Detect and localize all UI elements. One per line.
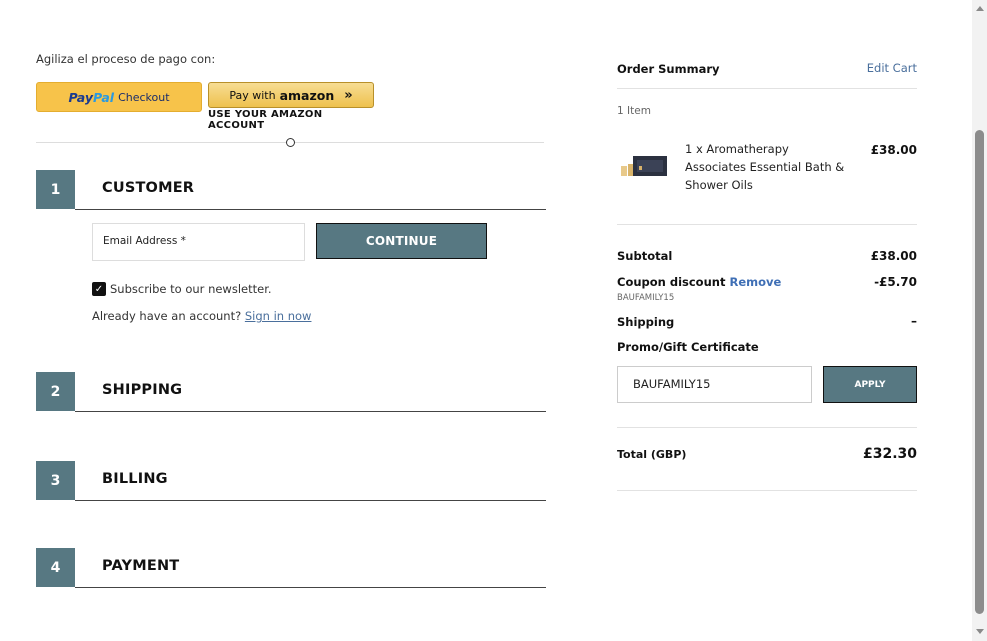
step-customer[interactable]: 1 CUSTOMER bbox=[36, 170, 546, 210]
summary-divider bbox=[617, 490, 917, 491]
email-field[interactable]: Email Address * bbox=[92, 223, 305, 261]
step-number: 2 bbox=[36, 372, 75, 411]
scroll-up-arrow-icon[interactable] bbox=[976, 6, 984, 11]
total-value: £32.30 bbox=[862, 446, 917, 462]
edit-cart-link[interactable]: Edit Cart bbox=[867, 61, 917, 75]
coupon-remove-link[interactable]: Remove bbox=[729, 275, 781, 289]
step-title: BILLING bbox=[102, 471, 168, 487]
account-prompt-text: Already have an account? bbox=[92, 309, 242, 323]
scrollbar-thumb[interactable] bbox=[975, 130, 984, 614]
paypal-checkout-button[interactable]: Pay Pal Checkout bbox=[36, 82, 202, 112]
product-price: £38.00 bbox=[870, 143, 917, 157]
apply-button[interactable]: APPLY bbox=[823, 366, 917, 403]
step-divider bbox=[75, 500, 546, 501]
shipping-value: – bbox=[911, 314, 917, 328]
sign-in-prompt: Already have an account? Sign in now bbox=[92, 309, 311, 323]
step-title: PAYMENT bbox=[102, 558, 180, 574]
step-number: 1 bbox=[36, 170, 75, 209]
paypal-checkout-label: Checkout bbox=[118, 90, 170, 104]
newsletter-label: Subscribe to our newsletter. bbox=[110, 282, 272, 296]
subtotal-value: £38.00 bbox=[870, 249, 917, 263]
sign-in-link[interactable]: Sign in now bbox=[245, 309, 312, 323]
double-chevron-right-icon: » bbox=[344, 87, 353, 103]
step-divider bbox=[75, 209, 546, 210]
coupon-code: BAUFAMILY15 bbox=[617, 293, 675, 303]
amazon-logo: amazon bbox=[279, 87, 335, 103]
total-label: Total (GBP) bbox=[617, 448, 687, 461]
step-divider bbox=[75, 587, 546, 588]
newsletter-option[interactable]: ✓ Subscribe to our newsletter. bbox=[92, 282, 272, 296]
step-number: 3 bbox=[36, 461, 75, 500]
step-payment[interactable]: 4 PAYMENT bbox=[36, 548, 546, 588]
promo-code-input[interactable]: BAUFAMILY15 bbox=[617, 366, 812, 403]
newsletter-checkbox[interactable]: ✓ bbox=[92, 282, 106, 296]
amazon-pay-prefix: Pay with bbox=[229, 88, 276, 102]
coupon-row: Coupon discount Remove bbox=[617, 275, 781, 289]
promo-label: Promo/Gift Certificate bbox=[617, 340, 759, 354]
coupon-label: Coupon discount bbox=[617, 275, 726, 289]
order-summary-title: Order Summary bbox=[617, 62, 720, 76]
email-field-label: Email Address * bbox=[103, 235, 186, 247]
scroll-down-arrow-icon[interactable] bbox=[976, 629, 984, 634]
item-count: 1 Item bbox=[617, 105, 651, 117]
summary-divider bbox=[617, 88, 917, 89]
step-title: SHIPPING bbox=[102, 382, 183, 398]
amazon-pay-subtitle: USE YOUR AMAZON ACCOUNT bbox=[208, 109, 323, 131]
paypal-logo-pay: Pay bbox=[68, 89, 93, 105]
shipping-label: Shipping bbox=[617, 315, 675, 329]
summary-divider bbox=[617, 427, 917, 428]
coupon-value: -£5.70 bbox=[874, 275, 917, 289]
step-shipping[interactable]: 2 SHIPPING bbox=[36, 372, 546, 412]
amazon-pay-button[interactable]: Pay with amazon » bbox=[208, 82, 374, 108]
step-number: 4 bbox=[36, 548, 75, 587]
step-title: CUSTOMER bbox=[102, 180, 195, 196]
product-thumbnail bbox=[621, 156, 667, 176]
amazon-pay-widget: Pay with amazon » USE YOUR AMAZON ACCOUN… bbox=[208, 82, 374, 131]
summary-divider bbox=[617, 224, 917, 225]
express-checkout-label: Agiliza el proceso de pago con: bbox=[36, 52, 216, 66]
subtotal-label: Subtotal bbox=[617, 249, 673, 263]
product-name: 1 x Aromatherapy Associates Essential Ba… bbox=[685, 142, 845, 192]
divider-circle-icon bbox=[286, 138, 295, 147]
paypal-logo-pal: Pal bbox=[93, 89, 115, 105]
step-billing[interactable]: 3 BILLING bbox=[36, 461, 546, 501]
step-divider bbox=[75, 411, 546, 412]
continue-button[interactable]: CONTINUE bbox=[316, 223, 487, 259]
